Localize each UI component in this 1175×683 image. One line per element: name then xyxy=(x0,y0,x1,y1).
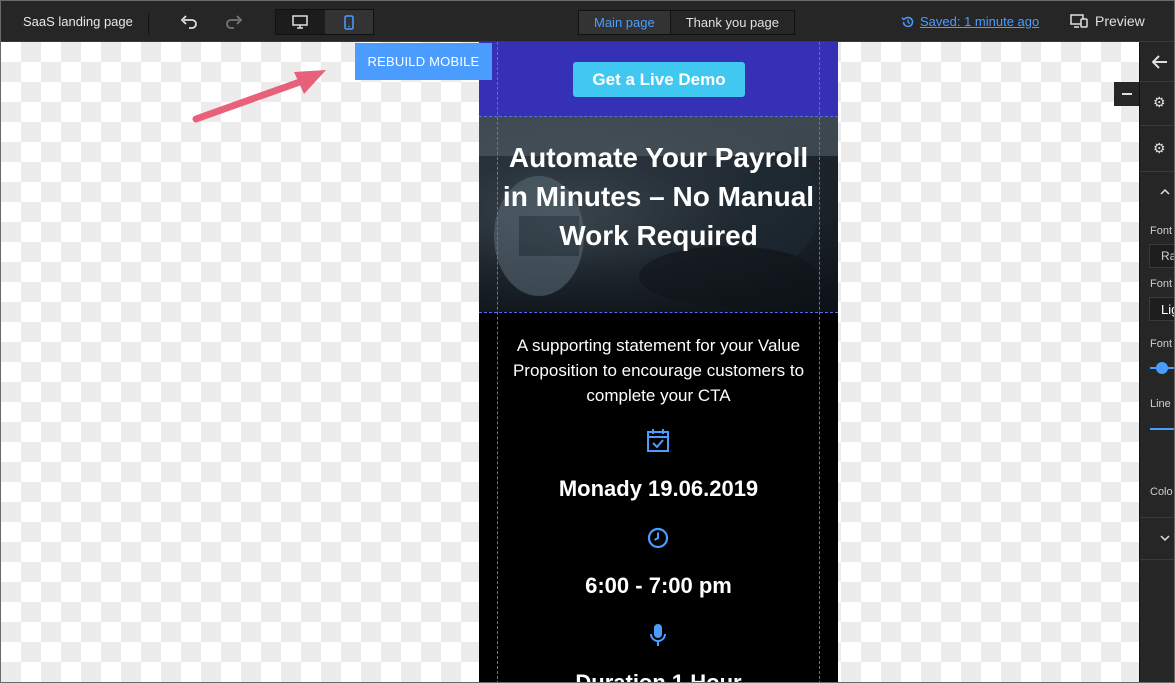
color-label: Colo xyxy=(1150,486,1173,498)
font-family-field[interactable]: Ra xyxy=(1149,244,1174,268)
minus-icon xyxy=(1122,93,1132,95)
gear-icon: ⚙ xyxy=(1153,94,1166,110)
chevron-up-icon[interactable] xyxy=(1160,188,1170,195)
hero-section[interactable]: Automate Your Payroll in Minutes – No Ma… xyxy=(479,116,838,312)
live-demo-button[interactable]: Get a Live Demo xyxy=(573,62,745,97)
save-status[interactable]: Saved: 1 minute ago xyxy=(901,14,1039,29)
mobile-view-button[interactable] xyxy=(324,10,373,34)
font-weight-field[interactable]: Lig xyxy=(1149,297,1174,321)
editor-canvas: Get a Live Demo Automate Your Payroll in… xyxy=(1,42,1139,682)
event-duration[interactable]: Duration 1 Hour xyxy=(479,670,838,682)
top-toolbar: SaaS landing page Main page Thank you pa… xyxy=(1,1,1174,42)
microphone-icon xyxy=(645,622,671,648)
section-divider xyxy=(479,116,838,117)
panel-back-row xyxy=(1140,42,1174,82)
mobile-icon xyxy=(344,14,354,30)
gear-icon: ⚙ xyxy=(1153,140,1166,156)
page-tabs: Main page Thank you page xyxy=(578,10,795,35)
panel-settings-row[interactable]: ⚙ xyxy=(1140,126,1174,172)
saved-text[interactable]: Saved: 1 minute ago xyxy=(920,14,1039,29)
line-height-label: Line xyxy=(1150,398,1171,410)
clock-icon xyxy=(645,525,671,551)
preview-devices-icon xyxy=(1070,14,1088,28)
event-time[interactable]: 6:00 - 7:00 pm xyxy=(479,573,838,599)
tab-main-page[interactable]: Main page xyxy=(579,11,671,34)
section-divider xyxy=(479,312,838,313)
cta-section[interactable]: Get a Live Demo xyxy=(479,42,838,116)
properties-panel: ⚙ ⚙ Font Ra Font Lig Font Line Colo xyxy=(1139,42,1174,682)
hero-title[interactable]: Automate Your Payroll in Minutes – No Ma… xyxy=(499,138,818,255)
supporting-statement[interactable]: A supporting statement for your Value Pr… xyxy=(509,333,808,408)
device-switcher xyxy=(275,9,374,35)
panel-settings-row[interactable]: ⚙ xyxy=(1140,82,1174,126)
guide-line-left xyxy=(497,42,498,682)
redo-button[interactable] xyxy=(222,11,246,33)
collapsed-section[interactable] xyxy=(1140,518,1174,560)
desktop-icon xyxy=(292,15,308,29)
page-name[interactable]: SaaS landing page xyxy=(23,14,133,29)
tab-thank-you-page[interactable]: Thank you page xyxy=(671,11,794,34)
guide-line-right xyxy=(819,42,820,682)
undo-button[interactable] xyxy=(177,11,201,33)
font-weight-label: Font xyxy=(1150,278,1173,290)
line-height-slider-track[interactable] xyxy=(1150,428,1174,430)
toolbar-divider xyxy=(148,13,149,35)
panel-collapse-button[interactable] xyxy=(1114,82,1140,106)
undo-icon xyxy=(180,15,197,29)
font-size-label: Font xyxy=(1150,338,1173,350)
redo-icon xyxy=(226,15,243,29)
font-size-slider-thumb[interactable] xyxy=(1156,362,1168,374)
calendar-icon xyxy=(645,428,671,454)
chevron-down-icon[interactable] xyxy=(1160,535,1170,542)
event-date[interactable]: Monady 19.06.2019 xyxy=(479,476,838,502)
desktop-view-button[interactable] xyxy=(276,10,325,34)
mobile-page-preview: Get a Live Demo Automate Your Payroll in… xyxy=(479,42,838,682)
preview-button[interactable]: Preview xyxy=(1070,13,1145,29)
app-window: SaaS landing page Main page Thank you pa… xyxy=(0,0,1175,683)
preview-label: Preview xyxy=(1095,13,1145,29)
history-icon xyxy=(901,16,914,27)
font-family-label: Font xyxy=(1150,225,1173,237)
back-arrow-icon[interactable] xyxy=(1152,55,1168,69)
rebuild-mobile-button[interactable]: REBUILD MOBILE xyxy=(355,43,492,80)
annotation-arrow xyxy=(192,70,326,123)
typography-section: Font Ra Font Lig Font Line Colo xyxy=(1140,172,1174,518)
